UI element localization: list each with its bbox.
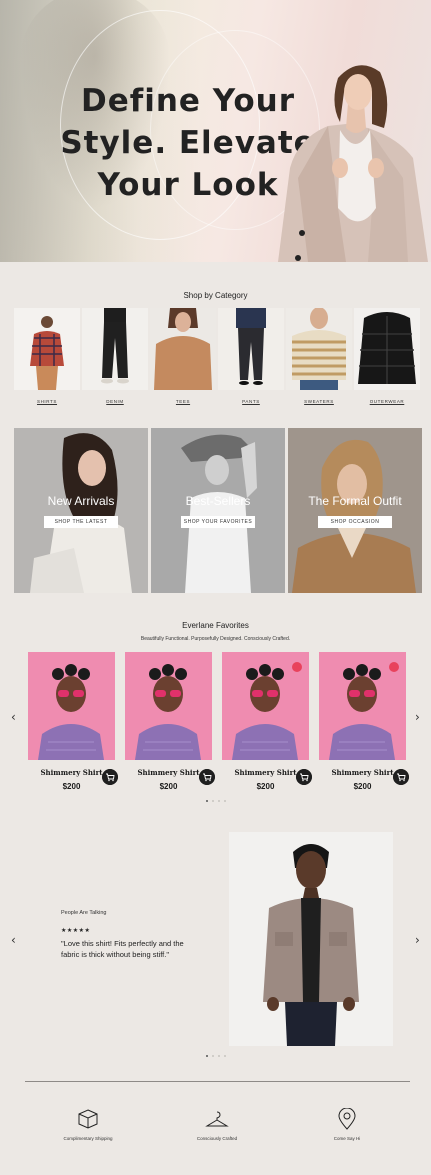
feature-image (288, 428, 422, 593)
category-label[interactable]: SHIRTS (14, 399, 80, 404)
feature-title: New Arrivals (47, 494, 115, 508)
category-pants[interactable]: PANTS (218, 308, 284, 404)
perk-location: Come Say Hi (297, 1108, 397, 1141)
category-label[interactable]: TEES (150, 399, 216, 404)
feature-card-best-sellers[interactable]: Best-Sellers SHOP YOUR FAVORITES (151, 428, 285, 593)
footer-divider (25, 1081, 410, 1082)
feature-card-new-arrivals[interactable]: New Arrivals SHOP THE LATEST (14, 428, 148, 593)
product-card[interactable]: Shimmery Shirt $200 (28, 652, 118, 791)
hero-banner: Define Your Style. Elevate Your Look (0, 0, 431, 262)
chevron-left-icon[interactable]: ‹ (11, 933, 16, 947)
category-label[interactable]: SWEATERS (286, 399, 352, 404)
chevron-left-icon[interactable]: ‹ (11, 710, 16, 724)
perk-shipping: Complimentary Shipping (38, 1108, 138, 1141)
testimonial-portrait (229, 832, 393, 1046)
product-price: $200 (159, 782, 178, 791)
perk-label: Complimentary Shipping (63, 1136, 113, 1141)
heart-icon[interactable] (389, 662, 399, 672)
category-sweaters[interactable]: SWEATERS (286, 307, 352, 404)
category-section-title: Shop by Category (183, 291, 248, 300)
feature-image (14, 428, 148, 593)
product-image (28, 652, 115, 760)
add-to-cart-icon[interactable] (199, 769, 215, 785)
favorites-pagination[interactable] (0, 800, 431, 802)
category-image (286, 307, 352, 390)
shop-occasion-button[interactable]: SHOP OCCASION (318, 516, 392, 528)
hanger-icon (205, 1111, 229, 1127)
category-image (218, 308, 284, 390)
category-label[interactable]: PANTS (218, 399, 284, 404)
category-image (14, 308, 80, 390)
add-to-cart-icon[interactable] (296, 769, 312, 785)
product-price: $200 (62, 782, 81, 791)
feature-card-formal-outfit[interactable]: The Formal Outfit SHOP OCCASION (288, 428, 422, 593)
testimonial-quote: "Love this shirt! Fits perfectly and the… (61, 939, 184, 959)
product-image (125, 652, 212, 760)
testimonial-heading: People Are Talking (61, 910, 107, 916)
favorites-title: Everlane Favorites (182, 621, 249, 630)
add-to-cart-icon[interactable] (102, 769, 118, 785)
product-card[interactable]: Shimmery Shirt $200 (319, 652, 409, 791)
product-card[interactable]: Shimmery Shirt $200 (125, 652, 215, 791)
category-shirts[interactable]: SHIRTS (14, 308, 80, 404)
category-outerwear[interactable]: OUTERWEAR (354, 308, 420, 404)
category-image (150, 306, 216, 390)
feature-title: Best-Sellers (185, 494, 251, 508)
add-to-cart-icon[interactable] (393, 769, 409, 785)
perk-label: Come Say Hi (333, 1136, 361, 1141)
box-icon (78, 1109, 98, 1129)
heart-icon[interactable] (292, 662, 302, 672)
perk-crafted: Consciously Crafted (167, 1108, 267, 1141)
category-tees[interactable]: TEES (150, 306, 216, 404)
location-pin-icon (338, 1108, 356, 1130)
category-label[interactable]: DENIM (82, 399, 148, 404)
testimonial-pagination[interactable] (0, 1055, 431, 1057)
category-image (82, 308, 148, 390)
favorites-subtitle: Beautifully Functional. Purposefully Des… (140, 636, 291, 642)
feature-image (151, 428, 285, 593)
product-price: $200 (353, 782, 372, 791)
shop-latest-button[interactable]: SHOP THE LATEST (44, 516, 118, 528)
product-card[interactable]: Shimmery Shirt $200 (222, 652, 312, 791)
star-rating: ★★★★★ (61, 928, 91, 934)
category-image (354, 308, 420, 390)
product-price: $200 (256, 782, 275, 791)
category-denim[interactable]: DENIM (82, 308, 148, 404)
shop-favorites-button[interactable]: SHOP YOUR FAVORITES (181, 516, 255, 528)
chevron-right-icon[interactable]: › (415, 933, 420, 947)
category-label[interactable]: OUTERWEAR (354, 399, 420, 404)
feature-title: The Formal Outfit (308, 494, 402, 508)
chevron-right-icon[interactable]: › (415, 710, 420, 724)
perk-label: Consciously Crafted (196, 1136, 238, 1141)
hero-model-image (278, 65, 428, 262)
